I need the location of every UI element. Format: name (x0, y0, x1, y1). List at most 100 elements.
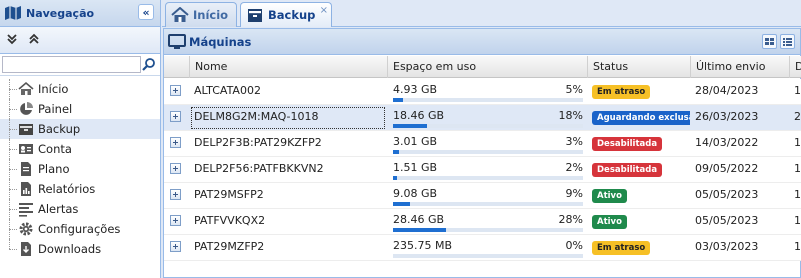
sidebar-title: Navegação (26, 6, 95, 20)
list-alert-icon (18, 201, 34, 217)
expand-row-icon[interactable] (170, 111, 181, 122)
table-row[interactable]: DELP2F56:PATFBKKVN2 1.51 GB 2% Desabilitada… (164, 157, 801, 183)
tab-label: Backup (268, 8, 316, 22)
usage-progress-fill (393, 228, 447, 232)
usage-progress-bar (393, 176, 583, 180)
status-cell: Em atraso (587, 79, 690, 105)
status-badge: Desabilitada (592, 163, 663, 177)
tab-label: Início (193, 8, 229, 22)
d-column-value: 1 (794, 240, 801, 253)
backup-box-icon (18, 121, 34, 137)
panel-title: Máquinas (189, 34, 252, 49)
sidebar-item-label: Backup (38, 122, 81, 136)
sidebar-item-label: Downloads (38, 242, 102, 256)
sidebar-item-relatorios[interactable]: Relatórios (0, 179, 160, 199)
column-header-ultimo-envio[interactable]: Último envio (690, 56, 789, 78)
sidebar-item-inicio[interactable]: Início (0, 79, 160, 99)
last-upload-date: 05/05/2023 (695, 188, 759, 201)
sidebar-search (0, 54, 160, 76)
space-cell: 235.75 MB 0% (387, 235, 587, 261)
tab-backup[interactable]: Backup × (240, 2, 332, 27)
table-row[interactable]: PAT29MSFP2 9.08 GB 9% Ativo 05/05/2023 1 (164, 183, 801, 209)
expand-row-icon[interactable] (170, 163, 181, 174)
machine-name: DELP2F3B:PAT29KZFP2 (194, 136, 322, 149)
d-column-value: 2 (794, 110, 801, 123)
table-row[interactable]: PATFVVKQX2 28.46 GB 28% Ativo 05/05/2023 1 (164, 209, 801, 235)
expander-column-header (164, 56, 189, 78)
search-input[interactable] (2, 56, 141, 73)
d-column-value: 1 (794, 84, 801, 97)
expand-all-icon[interactable] (6, 33, 18, 48)
sidebar-item-conta[interactable]: Conta (0, 139, 160, 159)
sidebar-item-backup[interactable]: Backup (0, 119, 160, 139)
pie-chart-icon (18, 101, 34, 117)
sidebar-item-downloads[interactable]: Downloads (0, 239, 160, 259)
usage-progress-bar (393, 150, 583, 154)
monitor-icon (168, 33, 186, 50)
expander-cell (164, 209, 189, 235)
id-card-icon (18, 141, 34, 157)
tree-toolbar (0, 27, 160, 54)
expand-row-icon[interactable] (170, 85, 181, 96)
expander-cell (164, 79, 189, 105)
sidebar-item-painel[interactable]: Painel (0, 99, 160, 119)
expand-row-icon[interactable] (170, 189, 181, 200)
grid-header: Nome Espaço em uso Status Último envio D (164, 56, 801, 78)
last-upload-date: 14/03/2022 (695, 136, 759, 149)
machine-name: DELP2F56:PATFBKKVN2 (194, 162, 324, 175)
machine-name: PAT29MZFP2 (194, 240, 265, 253)
navigation-sidebar: Navegação « Início Painel Backup Conta P… (0, 0, 161, 278)
list-view-icon[interactable] (780, 34, 795, 49)
column-header-status[interactable]: Status (587, 56, 690, 78)
usage-progress-bar (393, 254, 583, 258)
close-tab-icon[interactable]: × (320, 5, 328, 16)
tab-inicio[interactable]: Início (165, 2, 237, 27)
panel-header: Máquinas (164, 29, 800, 55)
search-icon[interactable] (141, 57, 157, 73)
table-row[interactable]: DELM8G2M:MAQ-1018 18.46 GB 18% Aguardando e… (164, 105, 801, 131)
collapse-all-icon[interactable] (28, 33, 40, 48)
status-badge: Desabilitada (592, 137, 663, 151)
document-icon (18, 161, 34, 177)
sidebar-item-plano[interactable]: Plano (0, 159, 160, 179)
home-icon (18, 81, 34, 97)
grid-view-icon[interactable] (762, 34, 777, 49)
map-icon (4, 5, 22, 21)
machine-name: PATFVVKQX2 (194, 214, 266, 227)
expander-cell (164, 157, 189, 183)
collapse-sidebar-icon[interactable]: « (138, 4, 154, 20)
status-cell: Aguardando exclusão (587, 105, 690, 131)
expander-cell (164, 131, 189, 157)
d-column-value: 1 (794, 162, 801, 175)
status-cell: Desabilitada (587, 131, 690, 157)
usage-progress-fill (393, 150, 399, 154)
last-upload-date: 26/03/2023 (695, 110, 759, 123)
usage-progress-fill (393, 202, 411, 206)
expand-row-icon[interactable] (170, 215, 181, 226)
column-header-espaco[interactable]: Espaço em uso (387, 56, 587, 78)
column-header-d[interactable]: D (789, 56, 801, 78)
table-row[interactable]: ALTCATA002 4.93 GB 5% Em atraso 28/04/2023 1 (164, 79, 801, 105)
sidebar-item-label: Conta (38, 142, 72, 156)
last-upload-date: 28/04/2023 (695, 84, 759, 97)
sidebar-item-label: Início (38, 82, 69, 96)
sidebar-item-configuracoes[interactable]: Configurações (0, 219, 160, 239)
table-row[interactable]: PAT29MZFP2 235.75 MB 0% Em atraso 03/03/2023… (164, 235, 801, 261)
space-cell: 9.08 GB 9% (387, 183, 587, 209)
space-cell: 3.01 GB 3% (387, 131, 587, 157)
machine-name: ALTCATA002 (194, 84, 261, 97)
expand-row-icon[interactable] (170, 137, 181, 148)
space-cell: 28.46 GB 28% (387, 209, 587, 235)
column-header-nome[interactable]: Nome (189, 56, 387, 78)
expander-cell (164, 105, 189, 131)
d-column-value: 1 (794, 214, 801, 227)
table-row[interactable]: DELP2F3B:PAT29KZFP2 3.01 GB 3% Desabilitada… (164, 131, 801, 157)
expand-row-icon[interactable] (170, 241, 181, 252)
sidebar-item-alertas[interactable]: Alertas (0, 199, 160, 219)
usage-progress-fill (393, 98, 403, 102)
tab-bar: Início Backup × (162, 0, 801, 27)
download-icon (18, 241, 34, 257)
space-cell: 4.93 GB 5% (387, 79, 587, 105)
usage-progress-fill (393, 176, 397, 180)
machine-name: PAT29MSFP2 (194, 188, 264, 201)
